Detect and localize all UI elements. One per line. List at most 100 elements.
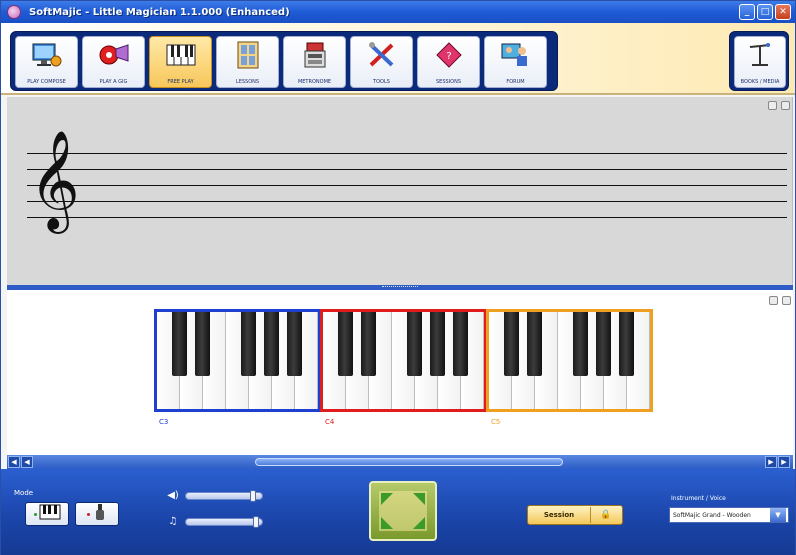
- metronome-label: METRONOME: [297, 79, 332, 85]
- instrument-voice-value: SoftMajic Grand - Wooden: [673, 511, 751, 519]
- tempo-slider[interactable]: [185, 515, 263, 528]
- mode-instrument-button[interactable]: [75, 502, 119, 526]
- octave-label: C5: [491, 418, 501, 426]
- staff-panel-maximize-button[interactable]: [781, 101, 790, 110]
- people-icon: [499, 40, 533, 70]
- session-label: Session: [543, 511, 575, 519]
- lessons-label: LESSONS: [235, 79, 260, 85]
- black-key[interactable]: [361, 312, 376, 376]
- scroll-left-step-button[interactable]: ◀: [21, 456, 33, 468]
- splitter-grip[interactable]: [382, 286, 418, 289]
- octave-c4[interactable]: [320, 309, 487, 412]
- staff-line: [27, 153, 787, 154]
- lessons-button[interactable]: LESSONS: [216, 36, 279, 88]
- toolbar-extra-group: BOOKS / MEDIA: [729, 31, 789, 91]
- mode-keyboard-button[interactable]: [25, 502, 69, 526]
- keyboard-icon: [164, 40, 198, 70]
- app-logo-icon: [7, 5, 21, 19]
- close-button[interactable]: ✕: [775, 4, 791, 20]
- fullscreen-button[interactable]: [369, 481, 437, 541]
- instrument-icon: [92, 503, 108, 525]
- lock-icon[interactable]: 🔒: [591, 510, 621, 520]
- tools-button[interactable]: TOOLS: [350, 36, 413, 88]
- mode-indicator-dot: [86, 512, 90, 516]
- metronome-button[interactable]: METRONOME: [283, 36, 346, 88]
- free-play-label: FREE PLAY: [167, 79, 194, 85]
- stand-icon: [743, 40, 777, 70]
- instrument-voice-select[interactable]: SoftMajic Grand - Wooden ▼: [669, 507, 789, 523]
- play-a-gig-label: PLAY A GIG: [99, 79, 128, 85]
- maximize-button[interactable]: □: [757, 4, 773, 20]
- scroll-left-button[interactable]: ◀: [8, 456, 20, 468]
- volume-slider-row: ◀): [165, 489, 263, 502]
- forum-button[interactable]: FORUM: [484, 36, 547, 88]
- octave-label: C3: [159, 418, 169, 426]
- instrument-voice-label: Instrument / Voice: [671, 495, 726, 502]
- black-key[interactable]: [430, 312, 445, 376]
- sessions-label: SESSIONS: [435, 79, 461, 85]
- tempo-icon: ♫: [168, 516, 178, 527]
- keyboard-panel-maximize-button[interactable]: [782, 296, 791, 305]
- staff-line: [27, 185, 787, 186]
- expand-arrows-icon: [379, 491, 427, 531]
- piano-keys-icon: [39, 504, 61, 524]
- free-play-button[interactable]: FREE PLAY: [149, 36, 212, 88]
- minimize-button[interactable]: _: [739, 4, 755, 20]
- black-key[interactable]: [573, 312, 588, 376]
- chevron-down-icon[interactable]: ▼: [770, 508, 786, 522]
- scroll-right-step-button[interactable]: ▶: [765, 456, 777, 468]
- keyboard-panel: C3 C4 C5: [7, 290, 793, 455]
- svg-text:?: ?: [446, 51, 451, 62]
- sessions-button[interactable]: ? SESSIONS: [417, 36, 480, 88]
- window-title: SoftMajic - Little Magician 1.1.000 (Enh…: [29, 6, 290, 18]
- scroll-thumb[interactable]: [255, 458, 563, 466]
- octave-c3[interactable]: [154, 309, 321, 412]
- main-toolbar: PLAY COMPOSE PLAY A GIG FREE PLAY LESSON…: [1, 23, 795, 95]
- octave-c5[interactable]: [486, 309, 653, 412]
- app-window: SoftMajic - Little Magician 1.1.000 (Enh…: [0, 0, 796, 555]
- tools-icon: [365, 40, 399, 70]
- black-key[interactable]: [172, 312, 187, 376]
- volume-slider-thumb[interactable]: [250, 489, 257, 502]
- bottom-control-bar: Mode ◀) ♫ Session 🔒 Instrument / Voice S…: [1, 469, 795, 555]
- staff-panel-restore-button[interactable]: [768, 101, 777, 110]
- tempo-slider-thumb[interactable]: [252, 515, 259, 528]
- play-compose-label: PLAY COMPOSE: [27, 79, 66, 85]
- volume-icon: ◀): [167, 490, 179, 501]
- black-key[interactable]: [195, 312, 210, 376]
- staff-line: [27, 169, 787, 170]
- staff-panel: 𝄞: [7, 97, 793, 285]
- session-button[interactable]: Session 🔒: [527, 505, 623, 525]
- books-media-label: BOOKS / MEDIA: [740, 79, 780, 85]
- black-key[interactable]: [264, 312, 279, 376]
- volume-slider[interactable]: [185, 489, 263, 502]
- black-key[interactable]: [596, 312, 611, 376]
- black-key[interactable]: [241, 312, 256, 376]
- black-key[interactable]: [504, 312, 519, 376]
- keyboard-panel-restore-button[interactable]: [769, 296, 778, 305]
- toolbar-group: PLAY COMPOSE PLAY A GIG FREE PLAY LESSON…: [10, 31, 558, 91]
- treble-clef-icon: 𝄞: [29, 130, 80, 230]
- horizontal-scrollbar[interactable]: ◀ ◀ ▶ ▶: [7, 455, 793, 469]
- octave-label: C4: [325, 418, 335, 426]
- title-bar[interactable]: SoftMajic - Little Magician 1.1.000 (Enh…: [1, 1, 795, 23]
- staff-line: [27, 201, 787, 202]
- books-media-button[interactable]: BOOKS / MEDIA: [734, 36, 786, 88]
- forum-label: FORUM: [506, 79, 525, 85]
- lessons-icon: [231, 40, 265, 70]
- black-key[interactable]: [619, 312, 634, 376]
- black-key[interactable]: [527, 312, 542, 376]
- tools-label: TOOLS: [373, 79, 390, 85]
- diamond-icon: ?: [432, 40, 466, 70]
- black-key[interactable]: [407, 312, 422, 376]
- mode-indicator-dot: [33, 512, 37, 516]
- play-compose-button[interactable]: PLAY COMPOSE: [15, 36, 78, 88]
- record-icon: [97, 40, 131, 70]
- black-key[interactable]: [338, 312, 353, 376]
- play-a-gig-button[interactable]: PLAY A GIG: [82, 36, 145, 88]
- staff-line: [27, 217, 787, 218]
- scroll-right-button[interactable]: ▶: [778, 456, 790, 468]
- monitor-icon: [30, 40, 64, 70]
- black-key[interactable]: [453, 312, 468, 376]
- black-key[interactable]: [287, 312, 302, 376]
